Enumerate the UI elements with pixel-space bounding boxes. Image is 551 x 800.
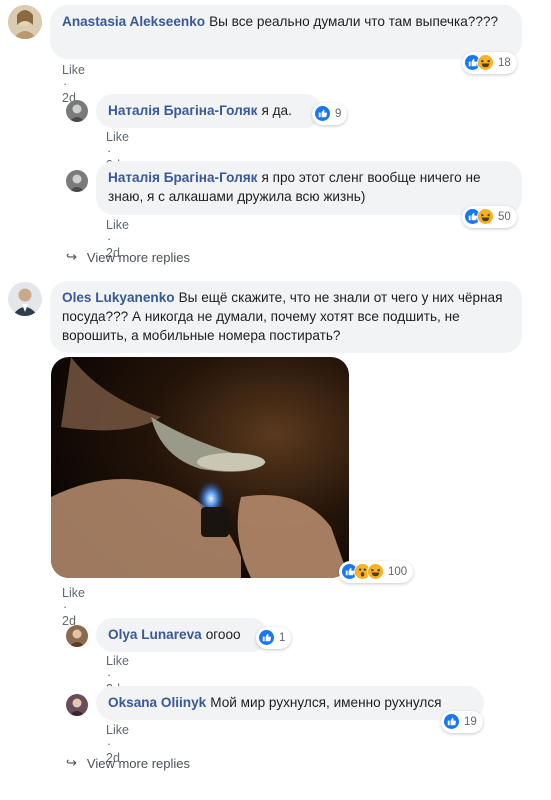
reaction-count: 50 (498, 211, 511, 223)
comment-bubble: Anastasia Alekseenko Вы все реально думал… (50, 5, 522, 59)
like-button[interactable]: Like (106, 723, 129, 737)
comment-author[interactable]: Anastasia Alekseenko (62, 14, 205, 29)
avatar[interactable] (66, 100, 88, 122)
view-more-replies-link[interactable]: ↪ View more replies (66, 755, 190, 771)
reply-arrow-icon: ↪ (66, 755, 77, 770)
comment-actions: Like · 2d (62, 586, 85, 628)
comment-bubble: Наталія Брагіна-Голяк я да. (96, 94, 322, 128)
reaction-summary[interactable]: 50 (462, 206, 517, 228)
comment-bubble: Oles Lukyanenko Вы ещё скажите, что не зн… (50, 281, 522, 353)
reaction-summary[interactable]: 19 (441, 711, 483, 733)
reaction-summary[interactable]: 1 (256, 627, 292, 649)
avatar[interactable] (66, 625, 88, 647)
haha-icon (477, 208, 495, 226)
avatar[interactable] (66, 694, 88, 716)
attached-photo[interactable] (51, 357, 349, 578)
comment-author[interactable]: Наталія Брагіна-Голяк (108, 170, 257, 185)
comment-text: Мой мир рухнулся, именно рухнулся (210, 695, 442, 710)
reaction-count: 19 (464, 716, 477, 728)
like-button[interactable]: Like (62, 63, 85, 77)
haha-icon (477, 54, 495, 72)
avatar[interactable] (66, 170, 88, 192)
reply-arrow-icon: ↪ (66, 249, 77, 264)
reaction-count: 100 (388, 566, 408, 578)
haha-icon (367, 563, 385, 581)
like-button[interactable]: Like (106, 130, 129, 144)
comment-bubble: Olya Lunareva огооо (96, 618, 268, 652)
avatar[interactable] (8, 5, 42, 39)
like-button[interactable]: Like (106, 654, 129, 668)
reaction-summary[interactable]: 9 (312, 103, 348, 125)
comment-bubble: Наталія Брагіна-Голяк я про этот сленг во… (96, 161, 522, 215)
avatar[interactable] (8, 282, 42, 316)
comment-author[interactable]: Oles Lukyanenko (62, 290, 175, 305)
comment-text: я да. (261, 103, 292, 118)
comment-text: Вы все реально думали что там выпечка???… (209, 14, 499, 29)
like-button[interactable]: Like (106, 218, 129, 232)
like-button[interactable]: Like (62, 586, 85, 600)
reaction-summary[interactable]: 100 (339, 561, 414, 583)
view-more-replies-label: View more replies (86, 755, 190, 771)
comment-author[interactable]: Наталія Брагіна-Голяк (108, 103, 257, 118)
reaction-count: 1 (279, 632, 286, 644)
like-icon (258, 629, 276, 647)
reaction-summary[interactable]: 18 (462, 52, 517, 74)
comment-actions: Like · 2d (62, 63, 85, 105)
like-icon (314, 105, 332, 123)
comment-text: огооо (205, 627, 241, 642)
comment-bubble: Oksana Oliinyk Мой мир рухнулся, именно р… (96, 686, 484, 720)
view-more-replies-link[interactable]: ↪ View more replies (66, 249, 190, 265)
comment-author[interactable]: Olya Lunareva (108, 627, 202, 642)
like-icon (443, 713, 461, 731)
comment-author[interactable]: Oksana Oliinyk (108, 695, 206, 710)
view-more-replies-label: View more replies (86, 249, 190, 265)
reaction-count: 9 (335, 108, 342, 120)
reaction-count: 18 (498, 57, 511, 69)
